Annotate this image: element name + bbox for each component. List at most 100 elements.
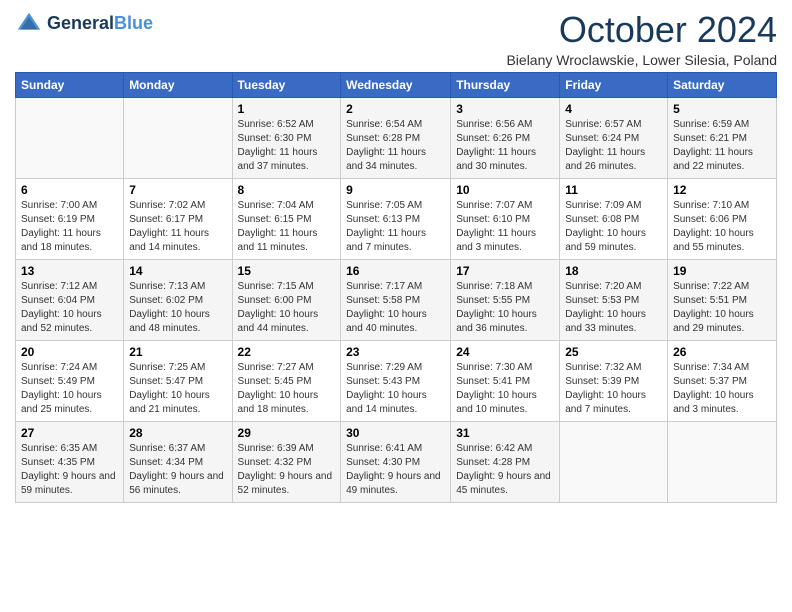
day-number: 27 [21, 426, 118, 440]
day-number: 25 [565, 345, 662, 359]
calendar-cell: 4 Sunrise: 6:57 AMSunset: 6:24 PMDaylight… [560, 97, 668, 178]
day-number: 23 [346, 345, 445, 359]
calendar-cell: 28 Sunrise: 6:37 AMSunset: 4:34 PMDayligh… [124, 421, 232, 502]
day-number: 29 [238, 426, 336, 440]
calendar-cell: 16 Sunrise: 7:17 AMSunset: 5:58 PMDayligh… [341, 259, 451, 340]
title-block: October 2024 Bielany Wroclawskie, Lower … [506, 10, 777, 68]
day-info: Sunrise: 6:52 AMSunset: 6:30 PMDaylight:… [238, 118, 336, 174]
day-number: 1 [238, 102, 336, 116]
day-info: Sunrise: 7:30 AMSunset: 5:41 PMDaylight:… [456, 361, 554, 417]
day-info: Sunrise: 6:41 AMSunset: 4:30 PMDaylight:… [346, 442, 445, 498]
calendar-cell: 14 Sunrise: 7:13 AMSunset: 6:02 PMDayligh… [124, 259, 232, 340]
day-number: 2 [346, 102, 445, 116]
day-number: 15 [238, 264, 336, 278]
day-number: 21 [129, 345, 226, 359]
col-header-wednesday: Wednesday [341, 72, 451, 97]
calendar-cell: 1 Sunrise: 6:52 AMSunset: 6:30 PMDaylight… [232, 97, 341, 178]
calendar-cell: 23 Sunrise: 7:29 AMSunset: 5:43 PMDayligh… [341, 340, 451, 421]
day-info: Sunrise: 6:35 AMSunset: 4:35 PMDaylight:… [21, 442, 118, 498]
calendar-cell: 30 Sunrise: 6:41 AMSunset: 4:30 PMDayligh… [341, 421, 451, 502]
day-info: Sunrise: 7:07 AMSunset: 6:10 PMDaylight:… [456, 199, 554, 255]
calendar-cell: 24Sunrise: 7:30 AMSunset: 5:41 PMDayligh… [451, 340, 560, 421]
calendar-cell: 27 Sunrise: 6:35 AMSunset: 4:35 PMDayligh… [16, 421, 124, 502]
col-header-thursday: Thursday [451, 72, 560, 97]
day-info: Sunrise: 7:18 AMSunset: 5:55 PMDaylight:… [456, 280, 554, 336]
location: Bielany Wroclawskie, Lower Silesia, Pola… [506, 52, 777, 68]
day-number: 4 [565, 102, 662, 116]
day-info: Sunrise: 6:57 AMSunset: 6:24 PMDaylight:… [565, 118, 662, 174]
day-number: 6 [21, 183, 118, 197]
logo-text: GeneralBlue [47, 14, 153, 34]
calendar-cell: 15 Sunrise: 7:15 AMSunset: 6:00 PMDayligh… [232, 259, 341, 340]
day-number: 3 [456, 102, 554, 116]
col-header-tuesday: Tuesday [232, 72, 341, 97]
day-number: 7 [129, 183, 226, 197]
day-number: 16 [346, 264, 445, 278]
day-number: 14 [129, 264, 226, 278]
day-info: Sunrise: 6:56 AMSunset: 6:26 PMDaylight:… [456, 118, 554, 174]
week-row-3: 13 Sunrise: 7:12 AMSunset: 6:04 PMDayligh… [16, 259, 777, 340]
day-number: 28 [129, 426, 226, 440]
day-number: 22 [238, 345, 336, 359]
day-number: 12 [673, 183, 771, 197]
calendar-cell: 22 Sunrise: 7:27 AMSunset: 5:45 PMDayligh… [232, 340, 341, 421]
day-number: 13 [21, 264, 118, 278]
calendar-cell: 2Sunrise: 6:54 AMSunset: 6:28 PMDaylight… [341, 97, 451, 178]
day-info: Sunrise: 7:22 AMSunset: 5:51 PMDaylight:… [673, 280, 771, 336]
day-info: Sunrise: 7:20 AMSunset: 5:53 PMDaylight:… [565, 280, 662, 336]
calendar-cell: 20 Sunrise: 7:24 AMSunset: 5:49 PMDayligh… [16, 340, 124, 421]
header: GeneralBlue October 2024 Bielany Wroclaw… [15, 10, 777, 68]
col-header-friday: Friday [560, 72, 668, 97]
day-info: Sunrise: 7:24 AMSunset: 5:49 PMDaylight:… [21, 361, 118, 417]
calendar-cell: 3 Sunrise: 6:56 AMSunset: 6:26 PMDaylight… [451, 97, 560, 178]
week-row-1: 1 Sunrise: 6:52 AMSunset: 6:30 PMDaylight… [16, 97, 777, 178]
day-info: Sunrise: 7:34 AMSunset: 5:37 PMDaylight:… [673, 361, 771, 417]
week-row-4: 20 Sunrise: 7:24 AMSunset: 5:49 PMDayligh… [16, 340, 777, 421]
col-header-sunday: Sunday [16, 72, 124, 97]
calendar-cell: 13 Sunrise: 7:12 AMSunset: 6:04 PMDayligh… [16, 259, 124, 340]
day-info: Sunrise: 7:15 AMSunset: 6:00 PMDaylight:… [238, 280, 336, 336]
day-number: 20 [21, 345, 118, 359]
day-info: Sunrise: 6:59 AMSunset: 6:21 PMDaylight:… [673, 118, 771, 174]
day-info: Sunrise: 6:37 AMSunset: 4:34 PMDaylight:… [129, 442, 226, 498]
day-number: 30 [346, 426, 445, 440]
day-info: Sunrise: 7:27 AMSunset: 5:45 PMDaylight:… [238, 361, 336, 417]
day-number: 5 [673, 102, 771, 116]
day-info: Sunrise: 7:12 AMSunset: 6:04 PMDaylight:… [21, 280, 118, 336]
calendar-table: SundayMondayTuesdayWednesdayThursdayFrid… [15, 72, 777, 503]
month-title: October 2024 [506, 10, 777, 50]
calendar-cell: 8Sunrise: 7:04 AMSunset: 6:15 PMDaylight… [232, 178, 341, 259]
col-header-monday: Monday [124, 72, 232, 97]
day-number: 8 [238, 183, 336, 197]
header-row: SundayMondayTuesdayWednesdayThursdayFrid… [16, 72, 777, 97]
day-info: Sunrise: 7:02 AMSunset: 6:17 PMDaylight:… [129, 199, 226, 255]
day-number: 19 [673, 264, 771, 278]
day-number: 26 [673, 345, 771, 359]
day-info: Sunrise: 7:29 AMSunset: 5:43 PMDaylight:… [346, 361, 445, 417]
day-number: 10 [456, 183, 554, 197]
day-info: Sunrise: 7:17 AMSunset: 5:58 PMDaylight:… [346, 280, 445, 336]
day-number: 18 [565, 264, 662, 278]
day-info: Sunrise: 6:39 AMSunset: 4:32 PMDaylight:… [238, 442, 336, 498]
calendar-cell [16, 97, 124, 178]
page: GeneralBlue October 2024 Bielany Wroclaw… [0, 0, 792, 513]
calendar-cell: 25Sunrise: 7:32 AMSunset: 5:39 PMDayligh… [560, 340, 668, 421]
day-number: 11 [565, 183, 662, 197]
calendar-cell: 26 Sunrise: 7:34 AMSunset: 5:37 PMDayligh… [668, 340, 777, 421]
calendar-cell: 7 Sunrise: 7:02 AMSunset: 6:17 PMDaylight… [124, 178, 232, 259]
day-info: Sunrise: 7:13 AMSunset: 6:02 PMDaylight:… [129, 280, 226, 336]
calendar-cell: 11 Sunrise: 7:09 AMSunset: 6:08 PMDayligh… [560, 178, 668, 259]
calendar-cell: 5 Sunrise: 6:59 AMSunset: 6:21 PMDaylight… [668, 97, 777, 178]
day-number: 31 [456, 426, 554, 440]
day-info: Sunrise: 7:09 AMSunset: 6:08 PMDaylight:… [565, 199, 662, 255]
calendar-cell: 12Sunrise: 7:10 AMSunset: 6:06 PMDayligh… [668, 178, 777, 259]
calendar-cell: 6Sunrise: 7:00 AMSunset: 6:19 PMDaylight… [16, 178, 124, 259]
calendar-cell [124, 97, 232, 178]
day-number: 9 [346, 183, 445, 197]
logo: GeneralBlue [15, 10, 153, 38]
calendar-cell: 21Sunrise: 7:25 AMSunset: 5:47 PMDayligh… [124, 340, 232, 421]
day-info: Sunrise: 7:05 AMSunset: 6:13 PMDaylight:… [346, 199, 445, 255]
day-info: Sunrise: 6:42 AMSunset: 4:28 PMDaylight:… [456, 442, 554, 498]
calendar-cell: 31 Sunrise: 6:42 AMSunset: 4:28 PMDayligh… [451, 421, 560, 502]
calendar-cell: 19 Sunrise: 7:22 AMSunset: 5:51 PMDayligh… [668, 259, 777, 340]
